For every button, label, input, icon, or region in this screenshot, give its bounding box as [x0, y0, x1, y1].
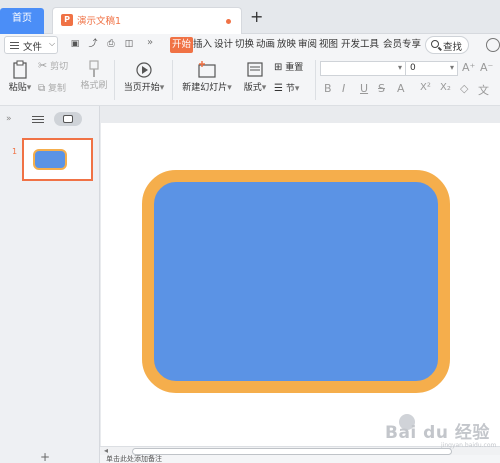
thumbnail-shape — [33, 149, 67, 170]
tab-animation[interactable]: 动画 — [254, 37, 277, 53]
play-from-current-button[interactable]: 当页开始▾ — [120, 60, 168, 93]
notes-placeholder[interactable]: 单击此处添加备注 — [106, 454, 162, 463]
font-size-select[interactable]: 0 ▾ — [406, 61, 458, 76]
chevron-down-icon: ▾ — [397, 63, 402, 72]
file-menu-button[interactable]: 文件 ⌵ — [4, 36, 58, 54]
new-slide-label: 新建幻灯片 — [182, 83, 228, 93]
chevron-down-icon: ▾ — [449, 63, 454, 72]
copy-label: 复制 — [48, 84, 67, 94]
font-family-select[interactable]: ▾ — [320, 61, 406, 76]
collapse-panel-icon[interactable]: » — [6, 114, 12, 124]
bold-button[interactable]: B — [324, 82, 332, 95]
layout-icon — [247, 62, 263, 77]
add-slide-button[interactable]: + — [40, 450, 50, 463]
italic-button[interactable]: I — [342, 82, 345, 95]
slide-canvas[interactable] — [101, 123, 500, 446]
layout-label: 版式 — [243, 83, 262, 93]
reset-button[interactable]: ⊞ 重置 — [274, 60, 314, 73]
subscript-button[interactable]: X₂ — [440, 82, 451, 93]
unsaved-dot-icon — [226, 19, 231, 24]
tab-document[interactable]: P 演示文稿1 — [52, 7, 242, 34]
play-icon — [136, 62, 152, 78]
document-title: 演示文稿1 — [77, 16, 122, 27]
rounded-rectangle-shape[interactable] — [142, 170, 450, 393]
search-button[interactable]: 查找 — [425, 36, 469, 54]
notes-bar: 单击此处添加备注 — [100, 455, 500, 463]
chevron-down-icon: ⌵ — [49, 39, 56, 48]
baidu-watermark: Bai du 经验 jingyan.baidu.com — [355, 410, 497, 450]
cut-label: 剪切 — [50, 62, 69, 72]
tab-review[interactable]: 审阅 — [296, 37, 319, 53]
more-commands-icon[interactable]: » — [147, 37, 153, 48]
format-painter-button[interactable]: 格式刷 — [78, 60, 110, 91]
new-slide-icon — [198, 61, 216, 78]
reset-icon: ⊞ — [274, 62, 283, 73]
tab-developer[interactable]: 开发工具 — [339, 37, 381, 53]
tab-transition[interactable]: 切换 — [233, 37, 256, 53]
section-icon: ☰ — [274, 83, 283, 94]
ribbon-separator — [172, 60, 173, 100]
tab-slideshow[interactable]: 放映 — [275, 37, 298, 53]
ribbon-toolbar: 粘贴▾ ✂ 剪切 ⧉ 复制 格式刷 当页开始▾ 新建幻灯片▾ 版式▾ ⊞ 重置 … — [0, 56, 500, 106]
presentation-icon: P — [61, 14, 73, 26]
copy-icon: ⧉ — [38, 83, 46, 94]
outline-view-icon[interactable] — [32, 116, 44, 125]
section-button[interactable]: ☰ 节▾ — [274, 81, 314, 94]
ribbon-separator — [315, 60, 316, 100]
play-from-current-label: 当页开始 — [123, 83, 160, 93]
slide-view-icon — [63, 115, 73, 123]
slide-number: 1 — [12, 147, 18, 156]
hamburger-icon — [10, 42, 19, 49]
tab-design[interactable]: 设计 — [212, 37, 235, 53]
tab-home[interactable]: 首页 — [0, 8, 44, 34]
paste-label: 粘贴 — [8, 83, 27, 93]
account-icon[interactable] — [486, 38, 500, 52]
layout-button[interactable]: 版式▾ — [240, 60, 270, 93]
new-slide-button[interactable]: 新建幻灯片▾ — [178, 60, 236, 93]
font-size-value: 0 — [410, 63, 416, 73]
tab-member[interactable]: 会员专享 — [381, 37, 423, 53]
print-icon[interactable]: ⎙ — [106, 39, 116, 49]
superscript-button[interactable]: X² — [420, 82, 431, 93]
font-color-button[interactable]: A — [397, 82, 405, 95]
text-effect-button[interactable]: 文 — [478, 82, 489, 98]
format-painter-label: 格式刷 — [80, 81, 108, 91]
export-icon[interactable]: ⤴ — [88, 39, 98, 49]
section-label: 节 — [285, 84, 295, 94]
slide-editor — [100, 106, 500, 446]
preview-icon[interactable]: ◫ — [124, 39, 134, 49]
watermark-url: jingyan.baidu.com — [441, 442, 497, 449]
search-label: 查找 — [443, 42, 463, 53]
tab-start[interactable]: 开始 — [170, 37, 194, 53]
decrease-font-icon[interactable]: A⁻ — [480, 61, 493, 74]
brush-icon — [89, 60, 99, 77]
save-icon[interactable]: ▣ — [70, 39, 80, 49]
watermark-brand: Bai du 经验 — [385, 423, 490, 443]
tab-view[interactable]: 视图 — [317, 37, 340, 53]
new-tab-button[interactable]: + — [250, 9, 263, 25]
scissors-icon: ✂ — [38, 59, 48, 72]
strikethrough-button[interactable]: S — [378, 82, 385, 95]
menu-bar: 文件 ⌵ ▣ ⤴ ⎙ ◫ » 开始 插入 设计 切换 动画 放映 审阅 视图 开… — [0, 34, 500, 56]
slide-thumbnail[interactable] — [22, 138, 93, 181]
paste-button[interactable]: 粘贴▾ — [6, 60, 34, 93]
file-menu-label: 文件 — [23, 42, 43, 53]
increase-font-icon[interactable]: A⁺ — [462, 61, 475, 74]
tab-bar: 首页 P 演示文稿1 + — [0, 0, 500, 34]
search-icon — [431, 40, 439, 48]
cut-button[interactable]: ✂ 剪切 — [38, 59, 78, 72]
clear-format-icon[interactable]: ◇ — [460, 82, 468, 95]
copy-button[interactable]: ⧉ 复制 — [38, 81, 78, 94]
reset-label: 重置 — [285, 63, 304, 73]
clipboard-icon — [13, 60, 27, 79]
thumbnail-view-toggle[interactable] — [54, 112, 82, 126]
underline-button[interactable]: U — [360, 82, 368, 95]
ribbon-separator — [114, 60, 115, 100]
tab-insert[interactable]: 插入 — [191, 37, 214, 53]
